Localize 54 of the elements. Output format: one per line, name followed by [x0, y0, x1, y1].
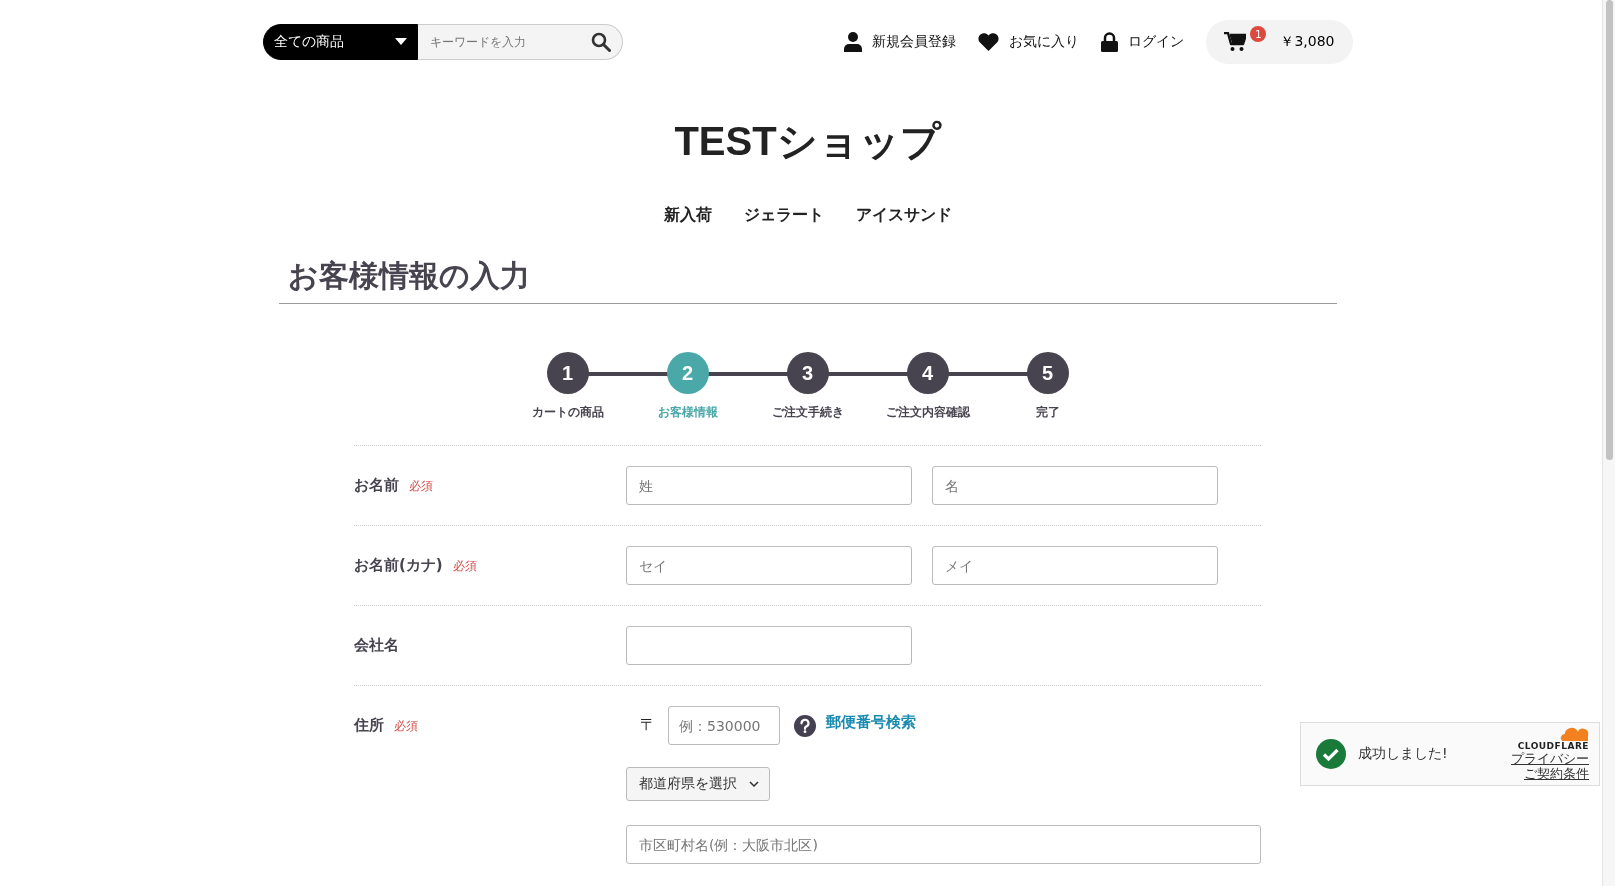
- category-select[interactable]: 全ての商品: [262, 24, 418, 60]
- text-field[interactable]: [626, 626, 912, 665]
- step-label: ご注文手続き: [771, 404, 844, 421]
- required-label: 必須: [409, 478, 433, 495]
- chevron-down-icon: [749, 781, 759, 787]
- step-number: 3: [786, 352, 829, 394]
- text-field[interactable]: セイ: [626, 546, 912, 585]
- step-number: 4: [906, 352, 949, 394]
- field-label: お名前: [354, 476, 399, 495]
- check-circle-icon: [1316, 739, 1346, 769]
- header-link[interactable]: 新規会員登録: [844, 32, 957, 52]
- cart-button[interactable]: 1 ￥3,080: [1206, 20, 1353, 64]
- step-number: 2: [666, 352, 709, 394]
- nav-link[interactable]: ジェラート: [743, 205, 824, 226]
- required-label: 必須: [394, 718, 418, 735]
- cart-count-badge: 1: [1250, 26, 1267, 42]
- policy-link[interactable]: プライバシー: [1511, 751, 1589, 766]
- brand-name: CLOUDFLARE: [1517, 741, 1589, 751]
- field-label: お名前(カナ): [354, 556, 443, 575]
- step-number: 1: [546, 352, 589, 394]
- step-label: 完了: [1035, 404, 1060, 421]
- text-field[interactable]: 名: [932, 466, 1218, 505]
- caret-icon: [394, 38, 407, 46]
- nav-link[interactable]: 新入荷: [663, 205, 712, 226]
- cart-icon: [1224, 32, 1247, 52]
- city-field[interactable]: 市区町村名(例：大阪市北区): [626, 825, 1261, 864]
- required-label: 必須: [452, 558, 477, 575]
- step-number: 5: [1026, 352, 1069, 394]
- search-field[interactable]: キーワードを入力: [417, 24, 623, 60]
- header-link[interactable]: ログイン: [1101, 32, 1185, 52]
- step-label: お客様情報: [657, 404, 718, 421]
- header-link[interactable]: お気に入り: [978, 33, 1080, 51]
- policy-link[interactable]: ご契約条件: [1524, 766, 1589, 781]
- field-label: 住所: [354, 716, 384, 735]
- step-label: カートの商品: [531, 404, 604, 421]
- success-message: 成功しました!: [1358, 745, 1449, 763]
- scrollbar[interactable]: [1602, 0, 1615, 886]
- postal-code-search-link[interactable]: 郵便番号検索: [826, 713, 916, 732]
- search-icon[interactable]: [590, 32, 611, 52]
- step-label: ご注文内容確認: [885, 404, 970, 421]
- text-field[interactable]: 姓: [626, 466, 912, 505]
- user-icon: [844, 32, 863, 52]
- prefecture-select[interactable]: 都道府県を選択: [626, 767, 770, 801]
- nav-link[interactable]: アイスサンド: [855, 205, 952, 226]
- help-icon[interactable]: [794, 714, 816, 737]
- text-field[interactable]: メイ: [932, 546, 1218, 585]
- field-label: 会社名: [354, 636, 399, 655]
- postal-mark: 〒: [640, 715, 656, 736]
- cloud-icon: [1559, 727, 1589, 741]
- shop-logo-title[interactable]: TESTショップ: [674, 114, 941, 169]
- postal-code-field[interactable]: 例：530000: [668, 706, 780, 745]
- lock-icon: [1101, 32, 1119, 52]
- heart-icon: [978, 33, 1000, 51]
- page-title: お客様情報の入力: [278, 256, 1337, 304]
